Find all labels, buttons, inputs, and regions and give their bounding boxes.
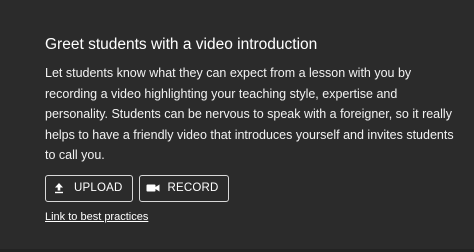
card-title: Greet students with a video introduction — [45, 36, 318, 53]
description-line: Let students know what they can expect f… — [45, 66, 412, 80]
record-button[interactable]: RECORD — [138, 174, 229, 202]
upload-button[interactable]: UPLOAD — [45, 174, 133, 202]
description-line: to call you. — [45, 148, 105, 162]
video-intro-card: Greet students with a video introduction… — [0, 0, 474, 252]
description-line: personality. Students can be nervous to … — [45, 107, 452, 121]
description-line: recording a video highlighting your teac… — [45, 86, 398, 101]
video-camera-icon — [146, 181, 160, 195]
best-practices-link[interactable]: Link to best practices — [45, 211, 148, 223]
description-line: helps to have a friendly video that intr… — [45, 127, 454, 142]
record-button-label: RECORD — [167, 182, 219, 194]
card-description: Let students know what they can expect f… — [45, 63, 455, 166]
upload-icon — [52, 181, 66, 195]
action-buttons: UPLOAD RECORD — [45, 174, 474, 202]
upload-button-label: UPLOAD — [74, 182, 123, 194]
